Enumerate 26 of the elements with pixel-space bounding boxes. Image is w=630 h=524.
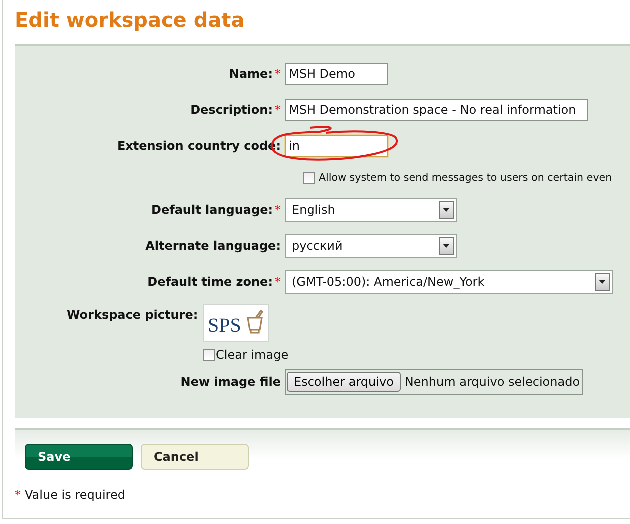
- choose-file-button[interactable]: Escolher arquivo: [287, 372, 401, 392]
- dropdown[interactable]: русский: [285, 234, 457, 258]
- checkbox-label: Allow system to send messages to users on certain even: [319, 172, 612, 184]
- workspace-logo: SPS: [203, 304, 269, 342]
- text-field[interactable]: in: [285, 135, 388, 157]
- field-label: Workspace picture:: [67, 308, 198, 322]
- save-button[interactable]: Save: [25, 444, 133, 470]
- field-label: Description: *: [190, 103, 281, 117]
- page-title: Edit workspace data: [14, 7, 246, 34]
- checkbox[interactable]: [303, 172, 315, 184]
- field-label: Default time zone: *: [148, 275, 281, 289]
- dropdown[interactable]: (GMT-05:00): America/New_York: [285, 270, 613, 294]
- text-field[interactable]: MSH Demonstration space - No real information: [285, 99, 588, 121]
- field-label: Alternate language:: [146, 239, 281, 253]
- required-asterisk: *: [15, 488, 21, 502]
- field-label: Name: *: [229, 67, 281, 81]
- checkbox[interactable]: [203, 349, 215, 361]
- file-input[interactable]: Escolher arquivo Nenhum arquivo selecionado: [285, 369, 584, 395]
- cancel-button[interactable]: Cancel: [141, 444, 249, 470]
- field-label: New image file: [180, 375, 281, 389]
- field-label: Default language: *: [152, 203, 281, 217]
- dropdown[interactable]: English: [285, 198, 457, 222]
- text-field[interactable]: MSH Demo: [285, 63, 388, 85]
- file-status: Nenhum arquivo selecionado: [404, 375, 580, 389]
- footnote: Value is required: [25, 488, 126, 502]
- checkbox-label: Clear image: [216, 348, 289, 362]
